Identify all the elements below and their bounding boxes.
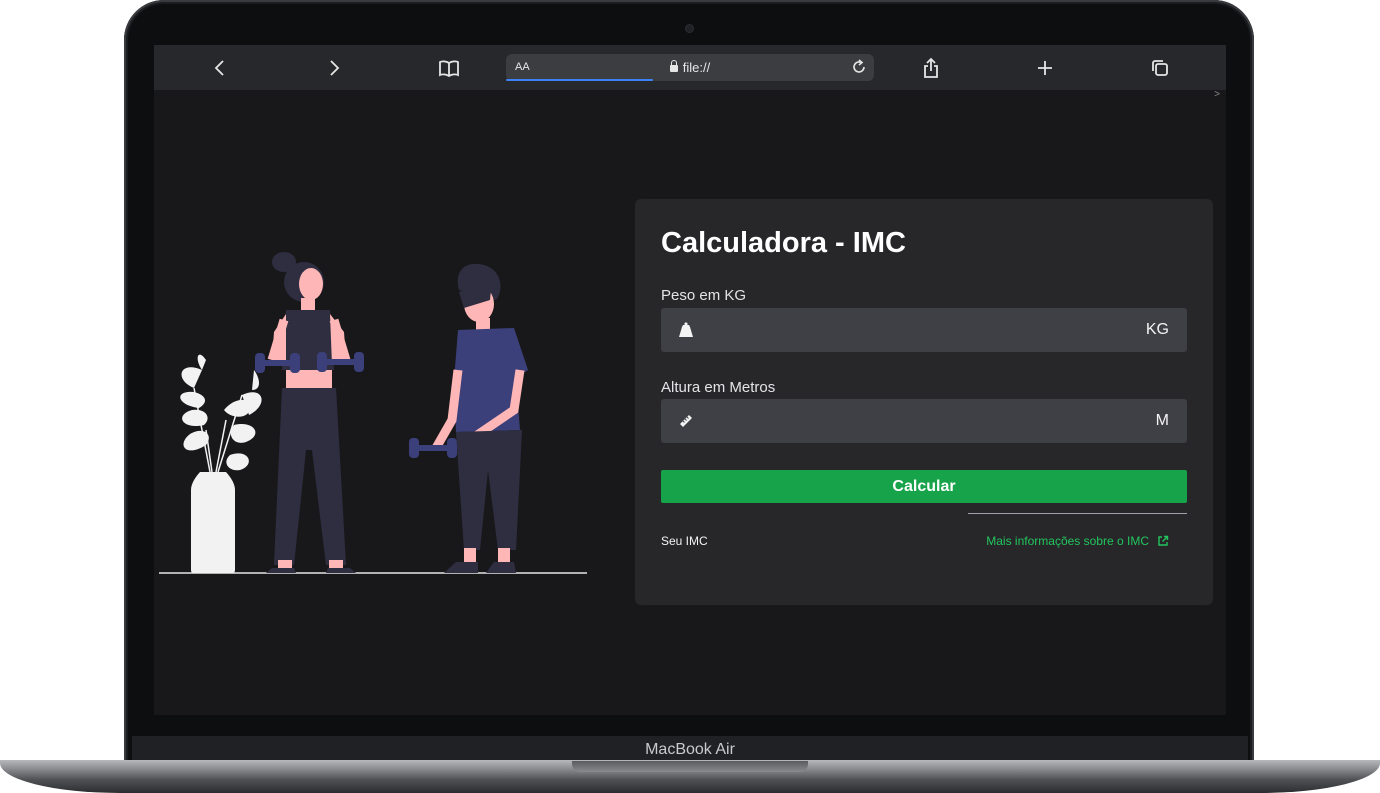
weight-unit: KG bbox=[1145, 321, 1169, 338]
height-label: Altura em Metros bbox=[661, 379, 776, 396]
share-icon[interactable] bbox=[918, 55, 944, 81]
url-text: file:// bbox=[682, 60, 711, 75]
fitness-illustration bbox=[159, 252, 587, 574]
weight-label: Peso em KG bbox=[661, 287, 747, 304]
page-title: Calculadora - IMC bbox=[661, 227, 906, 259]
address-bar[interactable]: AA file:// bbox=[506, 54, 874, 81]
imc-info-link-text[interactable]: Mais informações sobre o IMC bbox=[986, 534, 1149, 548]
calcular-button[interactable]: Calcular bbox=[661, 470, 1187, 503]
tabs-icon[interactable] bbox=[1147, 55, 1173, 81]
imc-info-link[interactable]: Mais informações sobre o IMC bbox=[986, 534, 1169, 548]
height-unit: M bbox=[1155, 412, 1169, 429]
corner-glyph: > bbox=[1214, 89, 1220, 100]
ruler-icon bbox=[680, 415, 692, 427]
lock-icon bbox=[669, 60, 678, 72]
external-link-icon[interactable] bbox=[1157, 535, 1169, 547]
address-url[interactable]: file:// bbox=[506, 60, 874, 75]
imc-result-label: Seu IMC bbox=[661, 534, 708, 548]
load-progress-bar bbox=[506, 79, 654, 81]
reload-icon[interactable] bbox=[850, 58, 868, 81]
height-field[interactable]: M bbox=[661, 399, 1187, 443]
result-divider bbox=[968, 513, 1187, 514]
imc-card: Calculadora - IMC Peso em KG KG Altura e… bbox=[635, 199, 1213, 605]
browser-toolbar: AA file:// bbox=[154, 45, 1226, 90]
chevron-left-icon[interactable] bbox=[207, 55, 233, 81]
device-label: MacBook Air bbox=[645, 741, 735, 758]
laptop-notch bbox=[572, 761, 808, 772]
plus-icon[interactable] bbox=[1032, 55, 1058, 81]
weight-field[interactable]: KG bbox=[661, 308, 1187, 352]
camera bbox=[686, 25, 693, 32]
weight-icon bbox=[679, 322, 693, 337]
screen: AA file:// > Calculadora - IMC Peso em K… bbox=[154, 45, 1226, 715]
book-icon[interactable] bbox=[436, 55, 462, 81]
chevron-right-icon[interactable] bbox=[321, 55, 347, 81]
